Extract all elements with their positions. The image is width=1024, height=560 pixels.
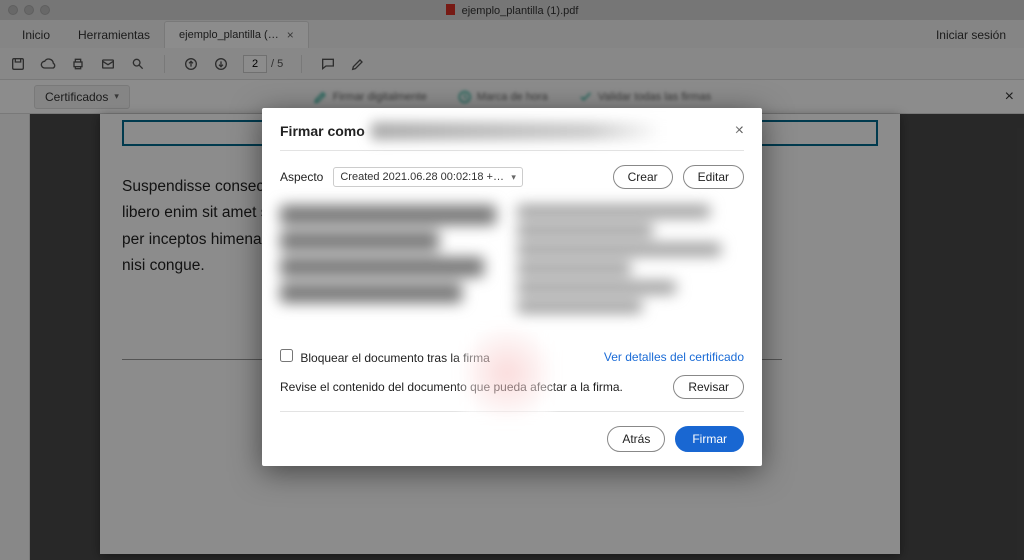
signature-preview [280, 199, 744, 339]
back-button[interactable]: Atrás [607, 426, 665, 452]
cert-details-link[interactable]: Ver detalles del certificado [604, 350, 744, 364]
sign-button[interactable]: Firmar [675, 426, 744, 452]
create-button[interactable]: Crear [613, 165, 673, 189]
review-text: Revise el contenido del documento que pu… [280, 380, 623, 394]
signer-name-redacted [371, 122, 735, 140]
edit-button[interactable]: Editar [683, 165, 744, 189]
sign-dialog: Firmar como × Aspecto Created 2021.06.28… [262, 108, 762, 466]
close-icon[interactable]: × [735, 122, 744, 140]
review-button[interactable]: Revisar [673, 375, 744, 399]
aspect-label: Aspecto [280, 170, 323, 184]
lock-checkbox[interactable] [280, 349, 293, 362]
lock-checkbox-row[interactable]: Bloquear el documento tras la firma [280, 349, 490, 365]
pdf-watermark [462, 318, 552, 428]
dialog-title: Firmar como [280, 123, 365, 139]
aspect-select[interactable]: Created 2021.06.28 00:02:18 +… [333, 167, 523, 187]
